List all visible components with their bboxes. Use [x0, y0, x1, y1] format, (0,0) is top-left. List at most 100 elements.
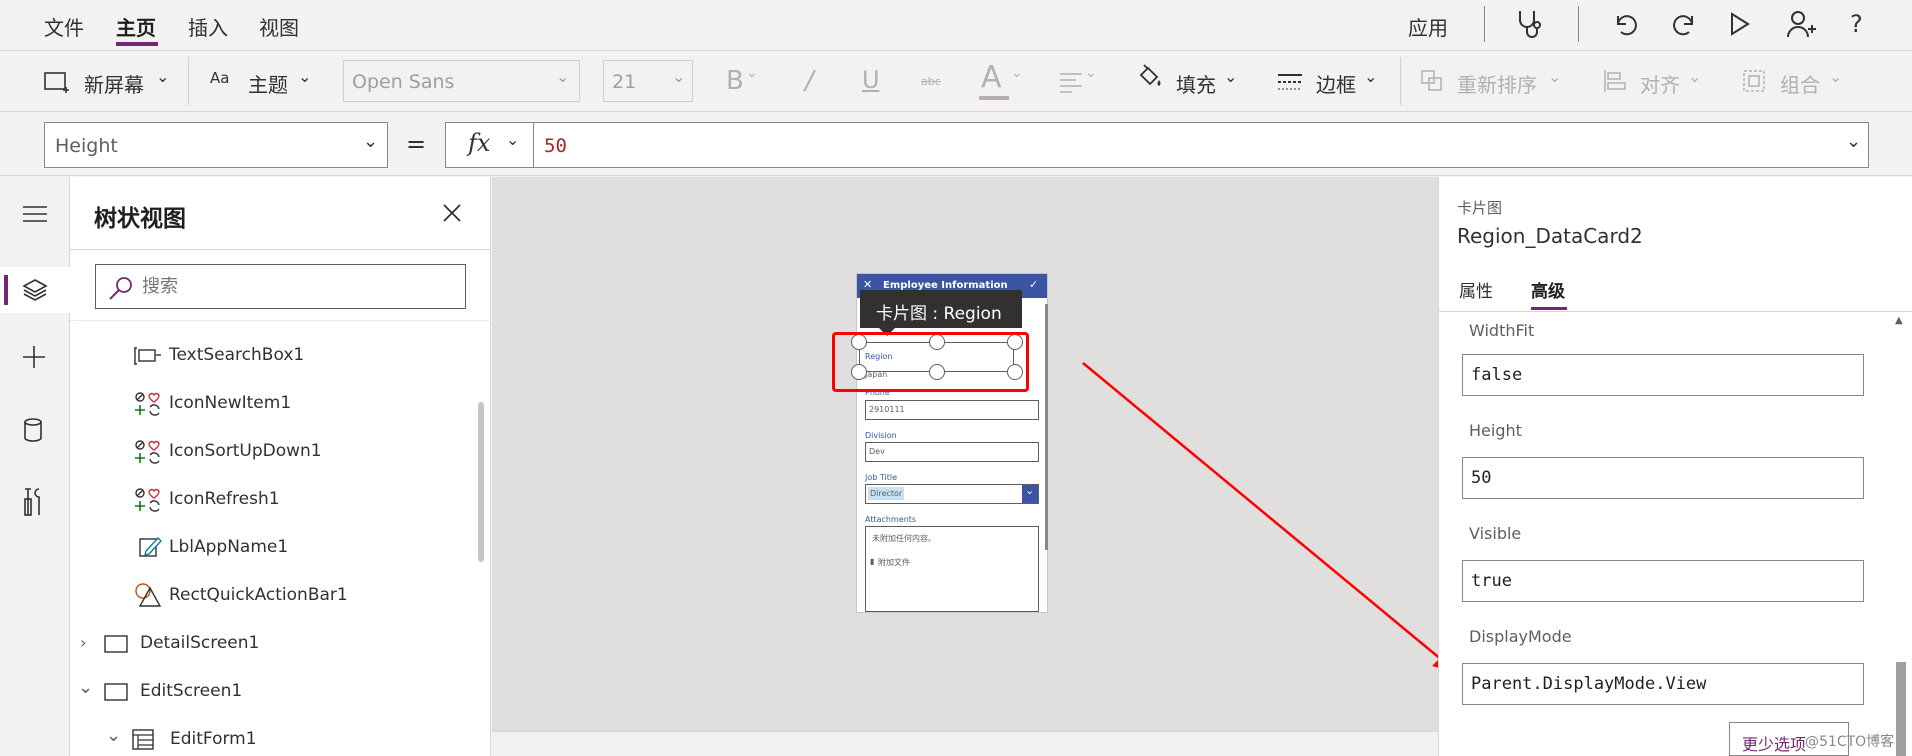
paperclip-icon: ▮: [870, 557, 875, 566]
preview-scrollbar: [1045, 304, 1048, 550]
tab-advanced[interactable]: 高级: [1531, 277, 1565, 302]
chevron-down-icon[interactable]: ⌄: [1224, 67, 1237, 86]
app-settings-button[interactable]: 应用: [1408, 12, 1448, 41]
chevron-down-icon[interactable]: ⌄: [1364, 67, 1377, 86]
tree-view-panel: 树状视图 TextSearchBox1 IconNewItem1 IconSor…: [70, 177, 491, 756]
screen-icon: [104, 634, 130, 654]
chevron-down-icon[interactable]: ⌄: [1011, 65, 1023, 81]
tree-scrollbar[interactable]: [478, 402, 484, 562]
border-button[interactable]: 边框: [1316, 69, 1356, 98]
menu-file[interactable]: 文件: [44, 12, 84, 41]
group-button[interactable]: 组合: [1780, 69, 1820, 98]
chevron-right-icon[interactable]: ›: [80, 633, 86, 652]
prop-input-widthfit[interactable]: false: [1462, 354, 1864, 396]
tree-item-label: IconNewItem1: [169, 393, 292, 413]
tree-view-tab[interactable]: [0, 267, 70, 313]
database-icon[interactable]: [22, 417, 44, 443]
chevron-down-icon[interactable]: ⌄: [1085, 65, 1097, 81]
tooltip-text: 卡片图 : Region: [876, 304, 1002, 324]
prop-value-widthfit: false: [1471, 365, 1523, 385]
watermark: @51CTO博客: [1805, 734, 1895, 750]
prop-label-widthfit: WidthFit: [1469, 321, 1535, 340]
chevron-down-icon[interactable]: ⌄: [746, 65, 758, 81]
play-icon[interactable]: [1728, 11, 1752, 37]
strikethrough-button[interactable]: abc: [921, 75, 941, 88]
chevron-down-icon[interactable]: ⌄: [156, 67, 169, 86]
expand-formula-icon[interactable]: ⌄: [1846, 131, 1861, 152]
align-button[interactable]: 对齐: [1640, 69, 1680, 98]
tree-search-box[interactable]: [95, 264, 466, 309]
prop-input-visible[interactable]: true: [1462, 560, 1864, 602]
tree-view-title: 树状视图: [94, 206, 186, 232]
chevron-down-icon[interactable]: ⌄: [106, 725, 121, 746]
prop-value-visible: true: [1471, 571, 1512, 591]
font-size-select[interactable]: 21 ⌄: [603, 60, 693, 102]
font-color-button[interactable]: A: [981, 60, 1002, 95]
menu-view[interactable]: 视图: [259, 12, 299, 41]
stethoscope-icon[interactable]: [1515, 8, 1545, 40]
check-icon[interactable]: ✓: [1029, 278, 1038, 291]
menu-insert[interactable]: 插入: [188, 12, 228, 41]
reorder-button[interactable]: 重新排序: [1457, 69, 1537, 98]
underline-button[interactable]: U: [862, 66, 880, 94]
fill-button[interactable]: 填充: [1176, 69, 1216, 98]
text-align-icon[interactable]: [1058, 71, 1086, 93]
function-button[interactable]: fx ⌄: [446, 123, 534, 167]
active-indicator: [4, 275, 8, 305]
redo-icon[interactable]: [1670, 10, 1698, 38]
control-name[interactable]: Region_DataCard2: [1457, 224, 1643, 248]
divider: [70, 249, 491, 250]
icon-control-icon: [134, 487, 162, 513]
chevron-down-icon[interactable]: ⌄: [1688, 67, 1701, 86]
tree-item-label: LblAppName1: [169, 537, 289, 557]
screen-icon: [104, 682, 130, 702]
chevron-down-icon: ⌄: [672, 67, 686, 86]
attachments-box[interactable]: 未附加任何内容。 ▮ 附加文件: [865, 526, 1039, 612]
font-color-swatch: [979, 96, 1009, 100]
scroll-up-icon[interactable]: ▲: [1895, 315, 1903, 326]
prop-label-displaymode: DisplayMode: [1469, 627, 1572, 646]
property-select[interactable]: Height ⌄: [44, 122, 388, 168]
new-screen-button[interactable]: 新屏幕: [84, 69, 144, 98]
close-icon[interactable]: [442, 203, 462, 223]
tools-icon[interactable]: [22, 487, 46, 517]
prop-value-displaymode: Parent.DisplayMode.View: [1471, 674, 1707, 694]
tree-item-label: RectQuickActionBar1: [169, 585, 348, 605]
separator: [1484, 6, 1485, 42]
formula-value[interactable]: 50: [544, 135, 567, 157]
form-icon: [132, 729, 156, 751]
bold-button[interactable]: B: [726, 66, 744, 96]
prop-value-height: 50: [1471, 468, 1492, 488]
italic-button[interactable]: /: [805, 66, 814, 96]
jobtitle-dropdown[interactable]: Director ⌄: [865, 484, 1039, 504]
font-family-select[interactable]: Open Sans ⌄: [343, 60, 580, 102]
undo-icon[interactable]: [1612, 10, 1640, 38]
chevron-down-icon[interactable]: ⌄: [78, 677, 93, 698]
chevron-down-icon[interactable]: ⌄: [1829, 67, 1842, 86]
divider: [1439, 311, 1912, 312]
chevron-down-icon: ⌄: [506, 130, 520, 149]
theme-button[interactable]: 主题: [248, 69, 288, 98]
prop-input-displaymode[interactable]: Parent.DisplayMode.View: [1462, 663, 1864, 705]
props-scrollbar-thumb[interactable]: [1896, 662, 1906, 756]
chevron-down-icon[interactable]: ⌄: [1548, 67, 1561, 86]
division-field[interactable]: Dev: [865, 442, 1039, 462]
tab-properties[interactable]: 属性: [1459, 277, 1493, 302]
tree-search-input[interactable]: [142, 273, 442, 299]
dropdown-button[interactable]: ⌄: [1022, 484, 1038, 503]
attach-file-link[interactable]: 附加文件: [878, 557, 910, 568]
menu-bar: 文件 主页 插入 视图 应用 ?: [0, 0, 1912, 51]
shapes-icon: [134, 582, 162, 608]
formula-input-area[interactable]: fx ⌄ 50 ⌄: [445, 122, 1869, 168]
hamburger-icon[interactable]: [22, 205, 48, 223]
plus-icon[interactable]: [21, 344, 47, 370]
phone-field[interactable]: 2910111: [865, 400, 1039, 420]
font-family-value: Open Sans: [352, 71, 455, 93]
share-user-icon[interactable]: [1786, 9, 1816, 39]
prop-input-height[interactable]: 50: [1462, 457, 1864, 499]
help-icon[interactable]: ?: [1850, 10, 1863, 38]
font-size-value: 21: [612, 71, 637, 93]
textbox-icon: [134, 345, 162, 367]
chevron-down-icon[interactable]: ⌄: [298, 67, 311, 86]
menu-home[interactable]: 主页: [116, 12, 156, 41]
